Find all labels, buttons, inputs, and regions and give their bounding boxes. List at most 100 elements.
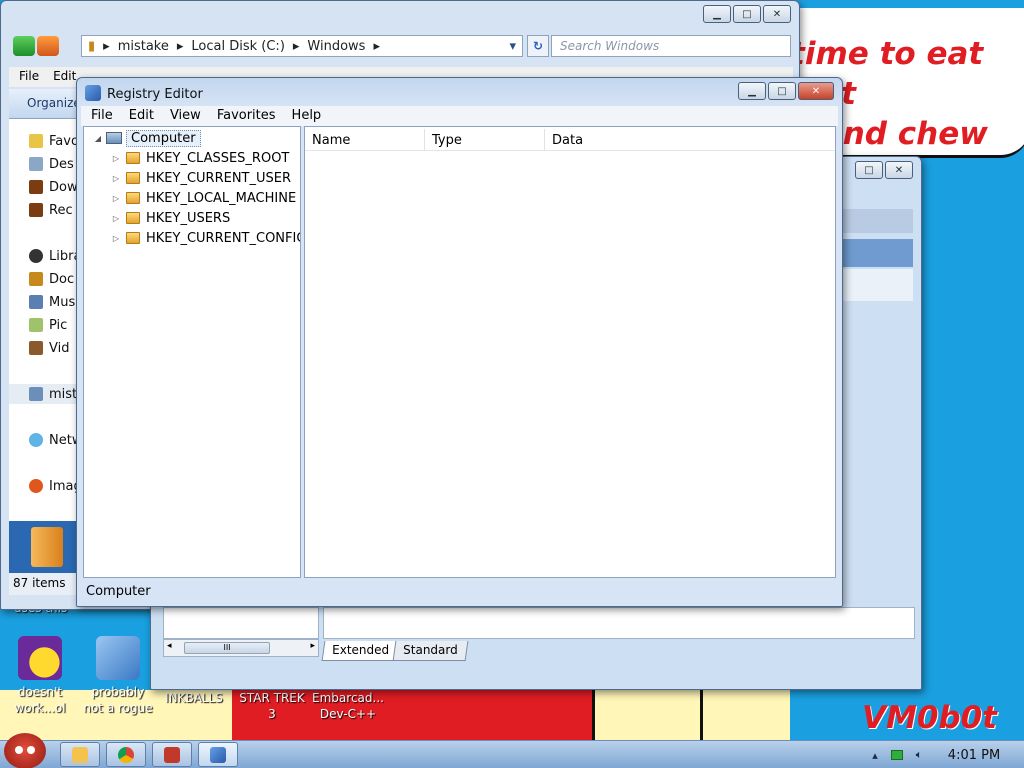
nav-item-network[interactable]: Netw (9, 430, 85, 450)
tree-node-label: HKEY_USERS (146, 210, 231, 226)
minimize-button[interactable]: ▁ (703, 5, 731, 23)
taskbar-regedit-button[interactable] (198, 742, 238, 767)
minimize-button[interactable]: ▁ (738, 82, 766, 100)
start-orb-eye (15, 746, 23, 754)
nav-item-homegroup[interactable]: mista (9, 384, 85, 404)
column-header-type[interactable]: Type (425, 129, 545, 151)
volume-icon[interactable]: 🔈︎ (912, 748, 926, 761)
computer-icon (106, 132, 122, 144)
desktop-icon-probably-not-a-rogue[interactable]: probably not a rogue (80, 636, 156, 716)
nav-label: Pic (49, 317, 68, 333)
menu-view[interactable]: View (170, 108, 201, 124)
nav-item-pictures[interactable]: Pic (9, 315, 85, 335)
breadcrumb-item[interactable]: Windows (307, 39, 365, 54)
desktop-icon-label: doesn't work...ol (14, 685, 66, 715)
tree-node-hkey-users[interactable]: ▷ HKEY_USERS (110, 209, 230, 227)
back-arrow-icon[interactable] (13, 36, 35, 56)
breadcrumb-separator-icon: ▸ (373, 38, 380, 54)
desktop-icon (29, 157, 43, 171)
tab-label: Standard (403, 643, 458, 657)
taskbar-chrome-button[interactable] (106, 742, 146, 767)
breadcrumb-item[interactable]: Local Disk (C:) (191, 39, 284, 54)
nav-item-favorites[interactable]: Favo (9, 131, 85, 151)
tab-standard[interactable]: Standard (392, 641, 468, 661)
address-dropdown-icon[interactable]: ▾ (509, 39, 516, 54)
column-header-data[interactable]: Data (545, 129, 835, 151)
expand-arrow-icon[interactable]: ▷ (110, 214, 122, 223)
desktop-icon-star-trek[interactable]: STAR TREK 3 (234, 690, 310, 722)
desktop-icon-dev-cpp[interactable]: Embarcad... Dev-C++ (310, 690, 386, 722)
nav-item-libraries[interactable]: Libra (9, 246, 85, 266)
nav-item-documents[interactable]: Doc (9, 269, 85, 289)
collapse-arrow-icon[interactable]: ◢ (92, 134, 104, 143)
folder-icon (126, 152, 140, 164)
tab-extended[interactable]: Extended (321, 641, 400, 661)
documents-icon (29, 272, 43, 286)
search-input[interactable]: Search Windows (551, 35, 791, 57)
network-status-icon[interactable] (890, 749, 904, 761)
scroll-right-icon[interactable]: ▸ (310, 641, 315, 651)
maximize-button[interactable]: □ (768, 82, 796, 100)
address-bar[interactable]: ▮ ▸ mistake ▸ Local Disk (C:) ▸ Windows … (81, 35, 523, 57)
maximize-button[interactable]: □ (855, 161, 883, 179)
expand-arrow-icon[interactable]: ▷ (110, 194, 122, 203)
horizontal-scrollbar[interactable]: ◂ III ▸ (163, 639, 319, 657)
taskbar-clock[interactable]: 4:01 PM (934, 748, 1014, 763)
nav-item-videos[interactable]: Vid (9, 338, 85, 358)
registry-editor-icon (85, 85, 101, 101)
expand-arrow-icon[interactable]: ▷ (110, 174, 122, 183)
organize-button[interactable]: Organize (27, 96, 81, 110)
nav-item-desktop[interactable]: Des (9, 154, 85, 174)
taskbar-app-button[interactable] (152, 742, 192, 767)
nav-item-image[interactable]: Imag (9, 476, 85, 496)
menu-help[interactable]: Help (292, 108, 322, 124)
chrome-icon (118, 746, 134, 763)
column-headers: Name Type Data (305, 129, 835, 151)
tree-node-hkey-current-config[interactable]: ▷ HKEY_CURRENT_CONFIG (110, 229, 300, 247)
background-window-toolbar (841, 209, 913, 233)
expand-arrow-icon[interactable]: ▷ (110, 154, 122, 163)
desktop-icon-yahoo[interactable]: doesn't work...ol (2, 636, 78, 716)
nav-label: Doc (49, 271, 75, 287)
toolbox-icon (164, 746, 180, 763)
background-window-right-pane (323, 607, 915, 639)
tree-node-label: HKEY_CURRENT_USER (146, 170, 292, 186)
breadcrumb-separator-icon: ▸ (292, 38, 300, 54)
start-button-icon[interactable] (4, 733, 46, 768)
nav-item-music[interactable]: Mus (9, 292, 85, 312)
show-hidden-icons-icon[interactable]: ▴ (868, 749, 882, 762)
explorer-address-row: ▮ ▸ mistake ▸ Local Disk (C:) ▸ Windows … (9, 33, 793, 59)
expand-arrow-icon[interactable]: ▷ (110, 234, 122, 243)
background-window-selected-row (841, 239, 913, 267)
registry-menu-bar: File Edit View Favorites Help (81, 106, 838, 126)
close-button[interactable]: ✕ (885, 161, 913, 179)
desktop-icon-label: INKBALLS (165, 691, 223, 705)
scrollbar-thumb[interactable]: III (184, 642, 270, 654)
close-button[interactable]: ✕ (763, 5, 791, 23)
breadcrumb-item[interactable]: mistake (118, 39, 169, 54)
registry-tree-pane: ◢ Computer ▷ HKEY_CLASSES_ROOT ▷ HKEY_CU… (83, 126, 301, 578)
menu-file[interactable]: File (19, 69, 39, 85)
tree-node-hkey-local-machine[interactable]: ▷ HKEY_LOCAL_MACHINE (110, 189, 296, 207)
menu-edit[interactable]: Edit (129, 108, 154, 124)
tree-node-label: HKEY_LOCAL_MACHINE (146, 190, 297, 206)
menu-edit[interactable]: Edit (53, 69, 76, 85)
nav-item-recent[interactable]: Rec (9, 200, 85, 220)
tree-node-hkey-classes-root[interactable]: ▷ HKEY_CLASSES_ROOT (110, 149, 289, 167)
close-button[interactable]: ✕ (798, 82, 834, 100)
desktop-icon-inkballs[interactable]: INKBALLS (156, 690, 232, 706)
taskbar: ▴ 🔈︎ 4:01 PM (0, 733, 1024, 768)
view-tabs: Extended Standard (321, 641, 915, 661)
taskbar-explorer-button[interactable] (60, 742, 100, 767)
computer-icon (29, 387, 43, 401)
tree-node-hkey-current-user[interactable]: ▷ HKEY_CURRENT_USER (110, 169, 291, 187)
menu-favorites[interactable]: Favorites (217, 108, 276, 124)
nav-item-downloads[interactable]: Dow (9, 177, 85, 197)
tree-node-computer[interactable]: ◢ Computer (92, 129, 201, 147)
menu-file[interactable]: File (91, 108, 113, 124)
scroll-left-icon[interactable]: ◂ (167, 641, 172, 651)
refresh-icon[interactable]: ↻ (527, 35, 549, 57)
column-header-name[interactable]: Name (305, 129, 425, 151)
maximize-button[interactable]: □ (733, 5, 761, 23)
forward-arrow-icon[interactable] (37, 36, 59, 56)
